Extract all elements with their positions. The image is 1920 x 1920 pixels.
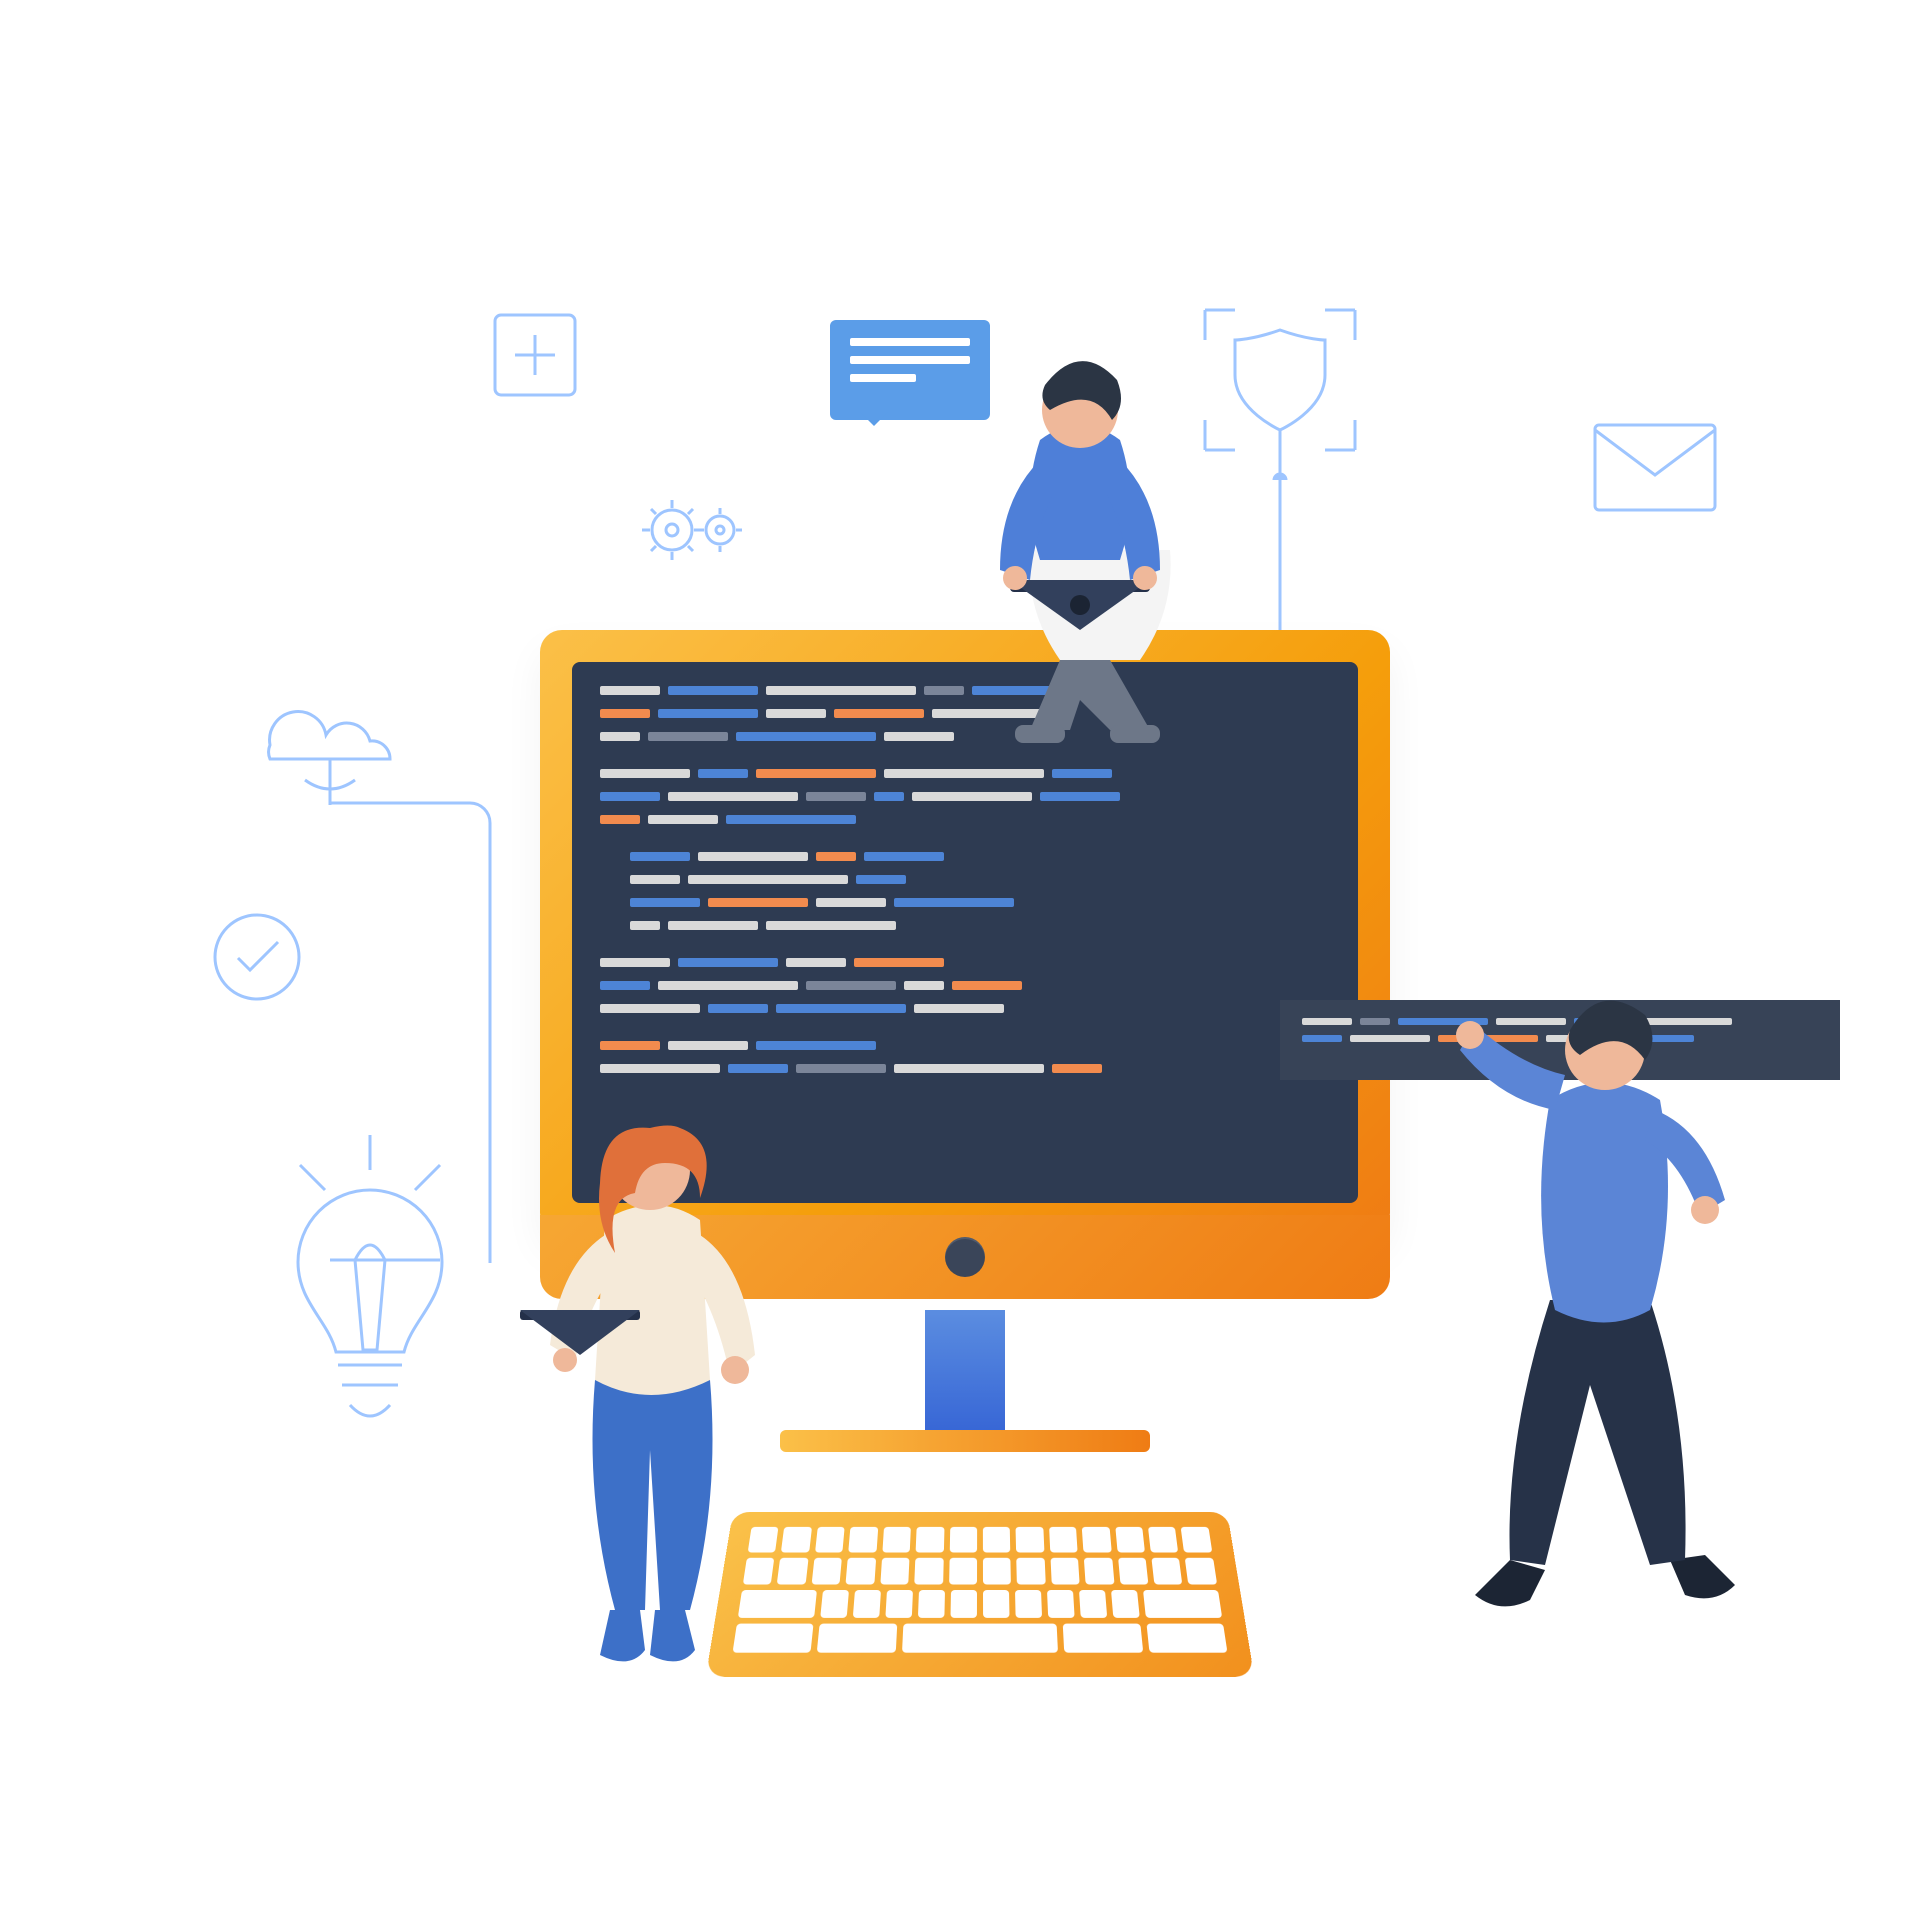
person-woman-left <box>500 1050 780 1670</box>
envelope-icon <box>1590 420 1720 515</box>
monitor-base <box>780 1430 1150 1452</box>
developer-illustration <box>0 0 1920 1920</box>
person-sitting-laptop <box>920 350 1240 770</box>
check-circle-icon <box>210 910 305 1005</box>
plus-square-icon <box>490 310 580 400</box>
monitor-stand <box>925 1310 1005 1430</box>
person-man-right <box>1430 970 1770 1620</box>
monitor-home-button <box>945 1237 985 1277</box>
keyboard <box>720 1500 1240 1680</box>
gears-icon <box>640 490 750 570</box>
cloud-icon <box>240 690 420 810</box>
